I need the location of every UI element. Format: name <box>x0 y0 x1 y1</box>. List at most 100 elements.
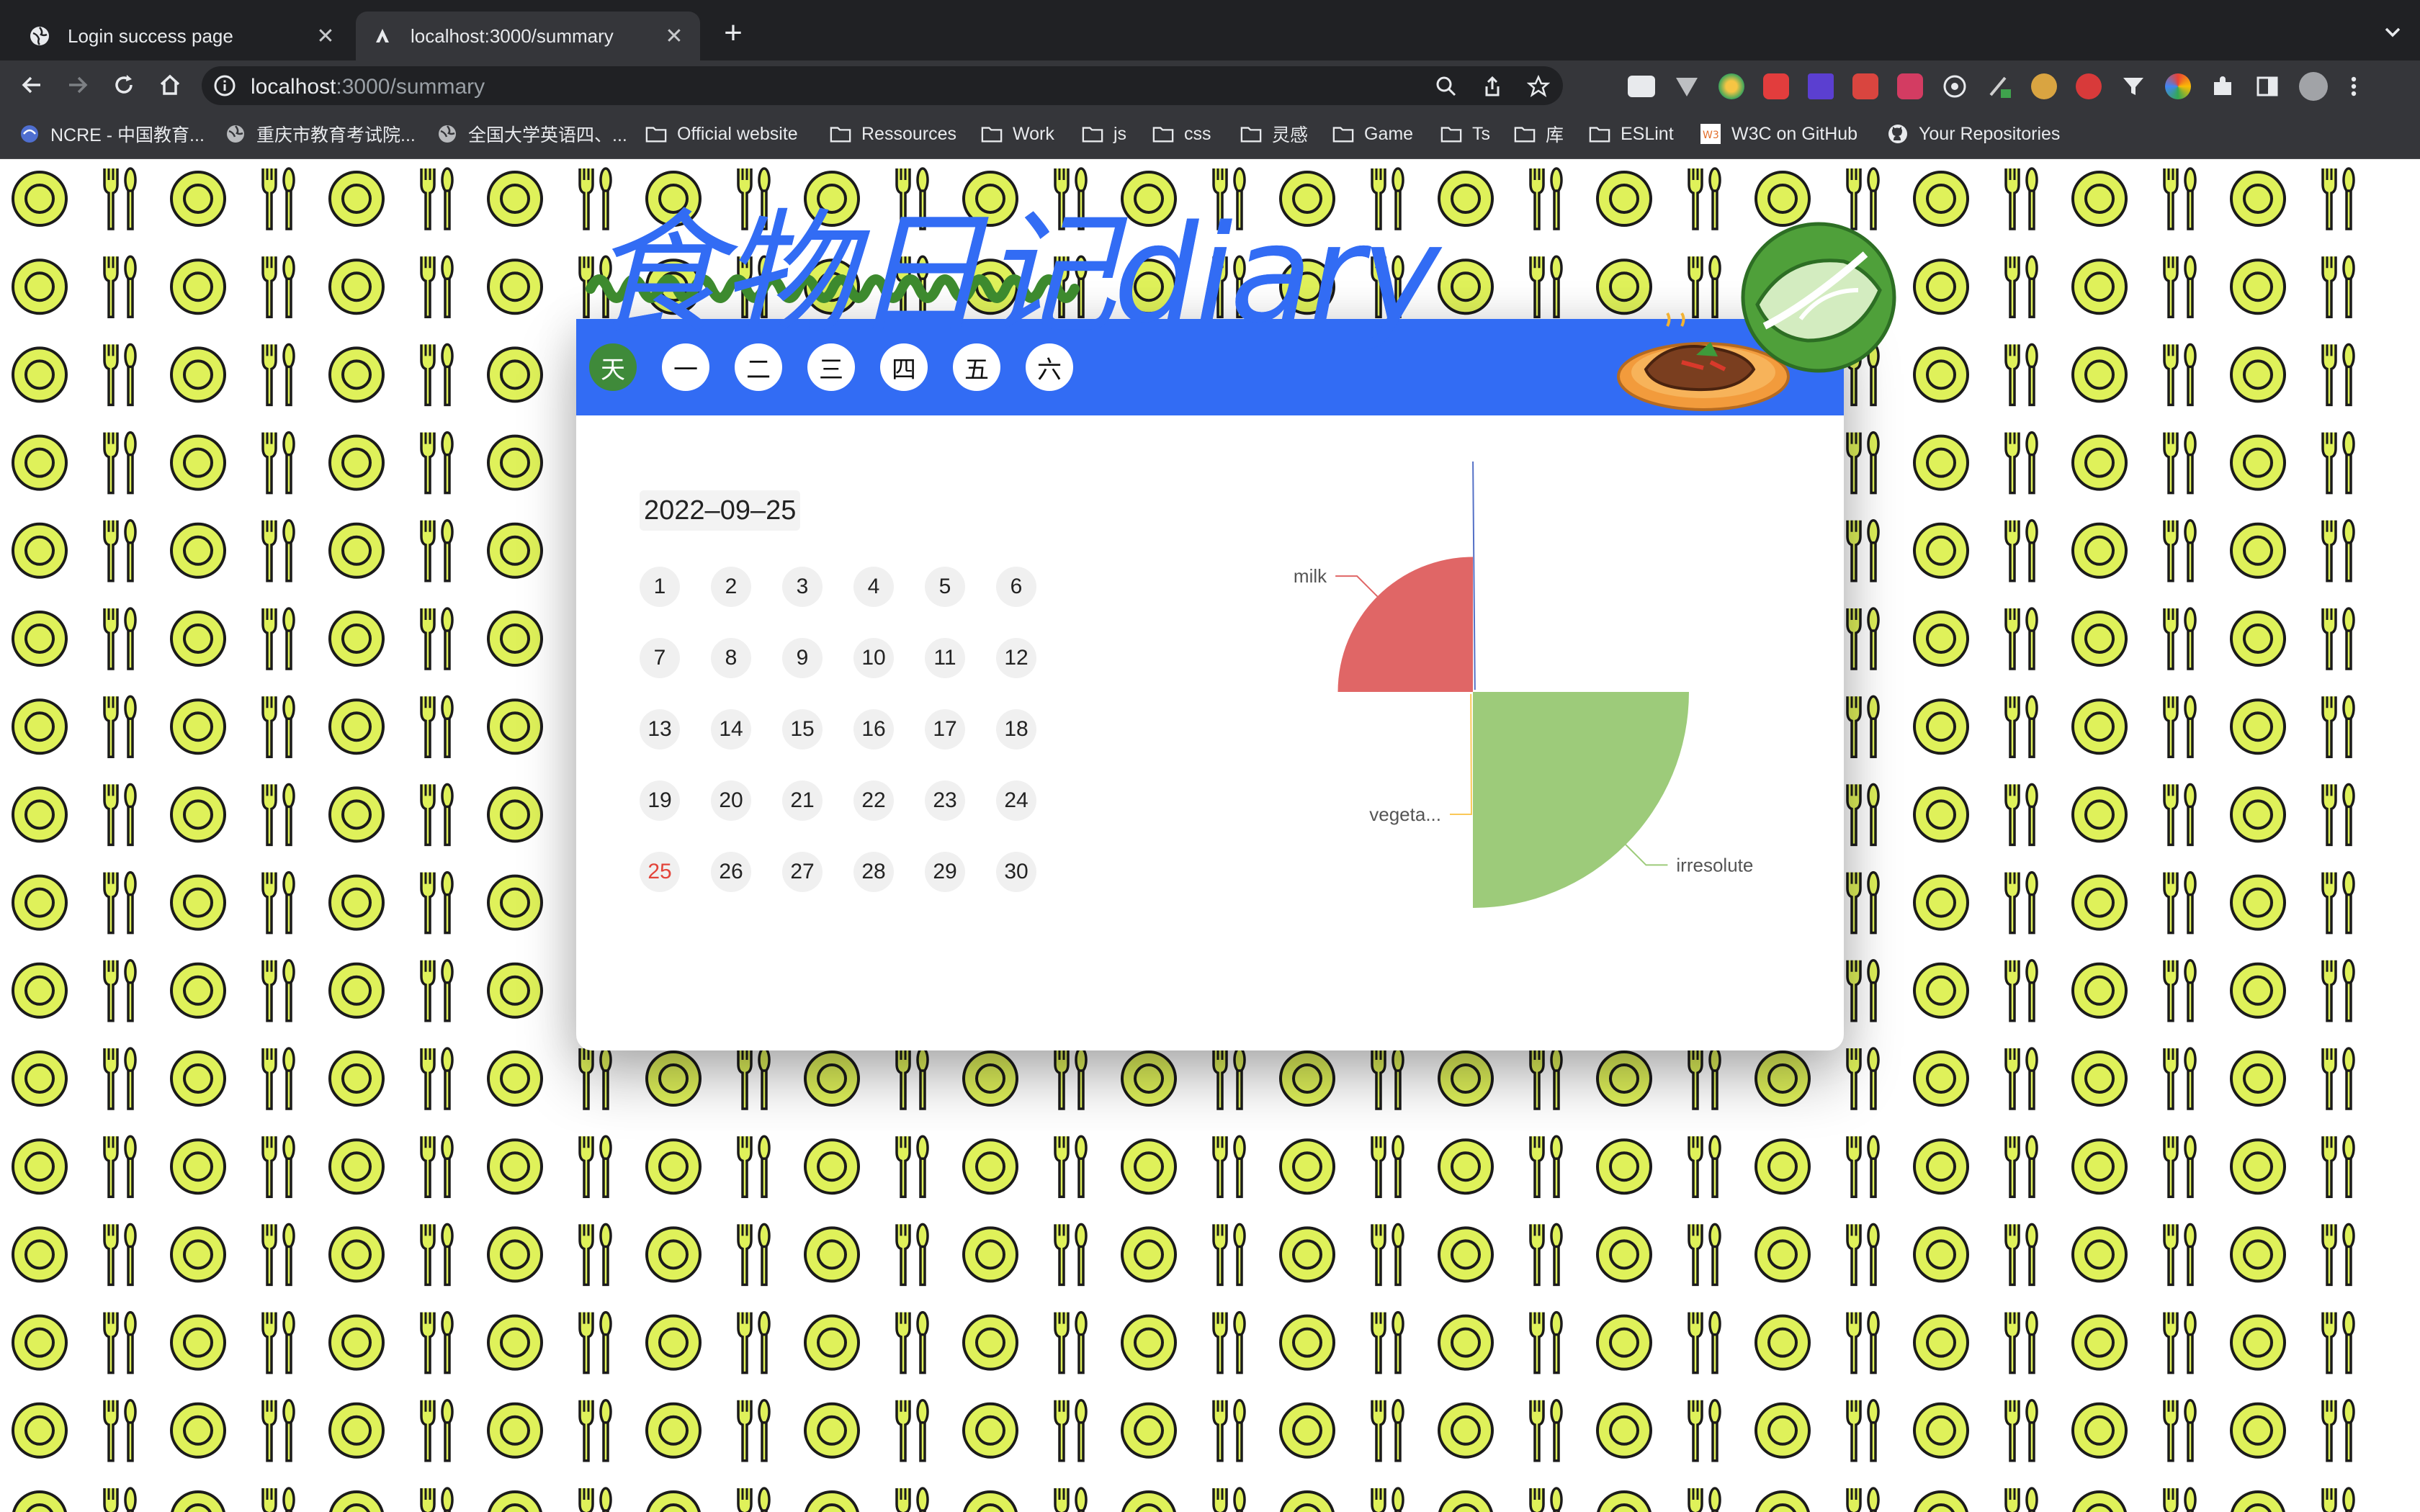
vue-devtools-icon[interactable] <box>1674 73 1700 99</box>
bookmark-item[interactable]: Your Repositories <box>1887 109 2060 158</box>
plate-icon <box>2071 258 2128 315</box>
calendar-day[interactable]: 12 <box>996 638 1036 678</box>
bookmark-item[interactable]: Ts <box>1440 109 1490 158</box>
extension-icon[interactable] <box>1986 73 2012 99</box>
calendar-day[interactable]: 6 <box>996 567 1036 607</box>
calendar-day[interactable]: 29 <box>925 852 965 892</box>
calendar-day[interactable]: 26 <box>711 852 751 892</box>
reload-button[interactable] <box>107 68 141 102</box>
tab-summary[interactable]: localhost:3000/summary ✕ <box>356 12 700 60</box>
bookmark-item[interactable]: css <box>1152 109 1211 158</box>
share-icon[interactable] <box>1481 75 1504 98</box>
calendar-day[interactable]: 21 <box>782 780 823 821</box>
plate-icon <box>1121 1050 1177 1107</box>
folder-icon <box>1514 125 1536 143</box>
cutlery-icon <box>2004 607 2038 670</box>
plate-icon <box>1596 1402 1652 1459</box>
calendar-day[interactable]: 30 <box>996 852 1036 892</box>
extension-icon[interactable] <box>1897 73 1923 99</box>
cutlery-icon <box>1371 1487 1404 1512</box>
zoom-icon[interactable] <box>1435 75 1458 98</box>
cutlery-icon <box>1846 783 1880 847</box>
bookmark-item[interactable]: Work <box>981 109 1054 158</box>
calendar-day[interactable]: 5 <box>925 567 965 607</box>
extension-icon[interactable] <box>1852 73 1878 99</box>
bookmark-item[interactable]: 全国大学英语四、... <box>436 109 627 158</box>
calendar-day[interactable]: 4 <box>853 567 894 607</box>
extension-icon[interactable] <box>1808 73 1834 99</box>
cutlery-icon <box>1529 167 1563 230</box>
info-icon[interactable] <box>213 74 236 97</box>
plate-icon <box>2071 698 2128 755</box>
calendar-day[interactable]: 14 <box>711 709 751 750</box>
extension-icon[interactable] <box>1628 76 1655 97</box>
bookmark-item[interactable]: ESLint <box>1589 109 1674 158</box>
bookmark-item[interactable]: js <box>1082 109 1126 158</box>
back-button[interactable] <box>14 68 49 102</box>
calendar-day[interactable]: 8 <box>711 638 751 678</box>
calendar-day[interactable]: 7 <box>640 638 680 678</box>
calendar-day[interactable]: 13 <box>640 709 680 750</box>
more-menu-icon[interactable] <box>2347 73 2361 99</box>
new-tab-button[interactable]: + <box>717 17 749 50</box>
avatar[interactable] <box>2299 72 2328 101</box>
plate-icon <box>1438 1314 1494 1371</box>
cutlery-icon <box>103 255 137 318</box>
pie-slice-irresolute[interactable] <box>1473 692 1689 908</box>
back-arrow-icon <box>22 76 40 94</box>
calendar-day[interactable]: 22 <box>853 780 894 821</box>
filter-icon[interactable] <box>2120 73 2146 99</box>
calendar-day[interactable]: 24 <box>996 780 1036 821</box>
calendar-day[interactable]: 23 <box>925 780 965 821</box>
plate-icon <box>2230 1138 2286 1195</box>
plate-icon <box>170 346 226 403</box>
plate-icon <box>12 1226 68 1283</box>
calendar-day[interactable]: 28 <box>853 852 894 892</box>
bookmark-item[interactable]: Game <box>1332 109 1413 158</box>
calendar-day[interactable]: 27 <box>782 852 823 892</box>
bookmark-item[interactable]: 库 <box>1514 109 1564 158</box>
puzzle-icon[interactable] <box>2210 73 2236 99</box>
calendar-day[interactable]: 2 <box>711 567 751 607</box>
bookmark-item[interactable]: Ressources <box>830 109 956 158</box>
calendar-day[interactable]: 9 <box>782 638 823 678</box>
calendar-day[interactable]: 3 <box>782 567 823 607</box>
calendar-day[interactable]: 18 <box>996 709 1036 750</box>
home-button[interactable] <box>153 68 187 102</box>
calendar-day[interactable]: 20 <box>711 780 751 821</box>
calendar-day[interactable]: 11 <box>925 638 965 678</box>
url-text[interactable]: localhost:3000/summary <box>251 75 485 99</box>
extension-icon[interactable] <box>1763 73 1789 99</box>
forward-button[interactable] <box>60 68 95 102</box>
calendar-day[interactable]: 1 <box>640 567 680 607</box>
target-icon[interactable] <box>1942 73 1968 99</box>
side-panel-icon[interactable] <box>2254 73 2280 99</box>
calendar-day-today[interactable]: 25 <box>640 852 680 892</box>
plate-icon <box>12 611 68 667</box>
adblock-icon[interactable] <box>2076 73 2102 99</box>
tab-search-button[interactable] <box>2378 17 2407 46</box>
cookie-icon[interactable] <box>2031 73 2057 99</box>
cutlery-icon <box>1054 1047 1088 1110</box>
tab-title: Login success page <box>68 24 233 47</box>
calendar-day[interactable]: 15 <box>782 709 823 750</box>
extension-icon[interactable] <box>1718 73 1744 99</box>
address-bar[interactable]: localhost:3000/summary <box>202 66 1563 105</box>
calendar-day[interactable]: 17 <box>925 709 965 750</box>
calendar-day[interactable]: 16 <box>853 709 894 750</box>
calendar-day[interactable]: 19 <box>640 780 680 821</box>
bookmark-item[interactable]: NCRE - 中国教育... <box>19 109 205 158</box>
pie-label-line <box>1450 693 1473 815</box>
bookmark-item[interactable]: W3 W3C on GitHub <box>1700 109 1857 158</box>
calendar-day[interactable]: 10 <box>853 638 894 678</box>
close-icon[interactable]: ✕ <box>661 23 687 49</box>
bookmark-label: 全国大学英语四、... <box>468 125 627 145</box>
bookmark-item[interactable]: Official website <box>645 109 798 158</box>
star-icon[interactable] <box>1527 75 1550 98</box>
bookmark-item[interactable]: 重庆市教育考试院... <box>225 109 416 158</box>
tab-login-success[interactable]: Login success page ✕ <box>13 12 351 60</box>
bookmark-item[interactable]: 灵感 <box>1240 109 1308 158</box>
folder-icon <box>830 125 851 143</box>
close-icon[interactable]: ✕ <box>313 23 339 49</box>
color-picker-icon[interactable] <box>2165 73 2191 99</box>
